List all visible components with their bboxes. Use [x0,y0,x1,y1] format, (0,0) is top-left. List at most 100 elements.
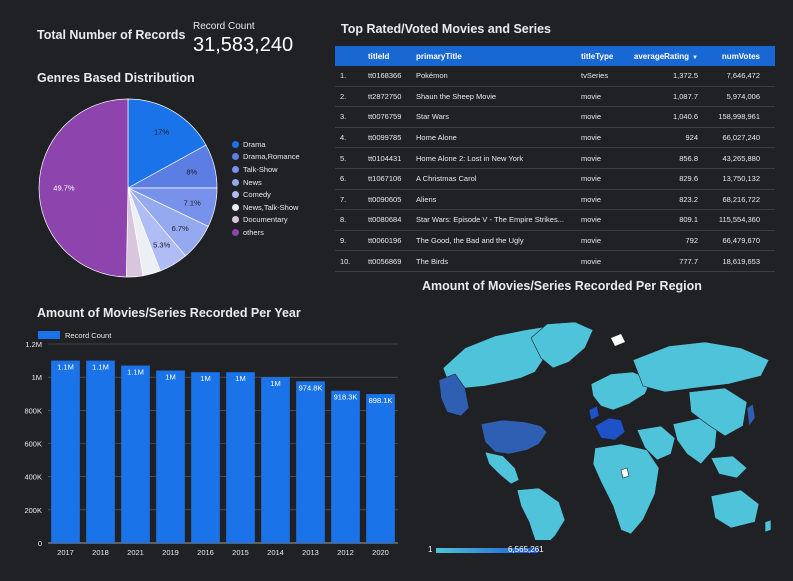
cell-primarytitle: The Birds [416,256,449,266]
col-header-titletype[interactable]: titleType [581,52,626,61]
bar-2021[interactable] [121,365,150,543]
x-tick-label: 2013 [302,548,319,557]
col-header-primarytitle[interactable]: primaryTitle [416,52,581,61]
legend-item-drama-romance[interactable]: Drama,Romance [232,151,300,164]
cell-titleid: tt0080684 [368,215,402,225]
cell-index: 5. [340,153,347,163]
legend-label: Drama,Romance [243,152,300,162]
cell-numvotes: 18,619,653 [722,256,760,266]
table-row[interactable]: 1. tt0168366 Pokémon tvSeries 1,372.5 7,646,4… [335,66,775,87]
pie-slice-label: 17% [154,127,169,136]
legend-label: News [243,177,262,187]
bar-2019[interactable] [156,370,185,543]
year-bar-chart: Record Count 0 200K 400K 600K 800K 1M 1.2M 1.1M 2… [24,331,398,557]
cell-primarytitle: Star Wars [416,112,450,122]
map-scale-min: 1 [428,545,433,554]
table-row[interactable]: 6. tt1067106 A Christmas Carol movie 829.6 13… [335,169,775,190]
region-world-map[interactable] [425,308,777,540]
table-row[interactable]: 7. tt0090605 Aliens movie 823.2 68,216,722 [335,190,775,211]
cell-numvotes: 158,998,961 [718,112,760,122]
col-header-averagerating[interactable]: averageRating ▼ [626,52,698,61]
cell-averagerating: 823.2 [679,194,698,204]
y-tick-label: 200K [24,506,42,515]
cell-averagerating: 1,372.5 [672,71,698,81]
bar-2013[interactable] [296,381,325,543]
record-count-value: 31,583,240 [193,34,294,56]
bar-data-label: 974.8K [299,383,323,392]
map-title: Amount of Movies/Series Recorded Per Reg… [422,279,702,293]
table-row[interactable]: 2. tt2872750 Shaun the Sheep Movie movie 1,0… [335,87,775,108]
bar-2016[interactable] [191,372,220,543]
bar-2020[interactable] [366,394,395,543]
cell-titleid: tt0060196 [368,236,402,246]
map-region-south-america [516,487,566,540]
table-row[interactable]: 9. tt0060196 The Good, the Bad and the Ugl… [335,231,775,252]
legend-swatch [232,140,239,148]
legend-label: Comedy [243,190,271,200]
bar-2015[interactable] [226,372,255,543]
y-tick-label: 1.2M [25,340,42,349]
bar-2012[interactable] [331,390,360,543]
cell-titletype: movie [581,194,602,204]
map-region-southeast-asia [710,455,748,479]
bar-data-label: 1M [235,374,245,383]
legend-item-documentary[interactable]: Documentary [232,214,300,227]
legend-label: others [243,227,264,237]
legend-label: Documentary [243,215,288,225]
x-tick-label: 2017 [57,548,74,557]
bar-data-label: 1.1M [92,363,109,372]
map-color-scale: 1 6,565,261 [428,544,548,558]
bar-2017[interactable] [51,360,80,543]
legend-item-drama[interactable]: Drama [232,138,300,151]
legend-label: News,Talk-Show [243,202,299,212]
y-tick-label: 400K [24,473,42,482]
col-header-titleid[interactable]: titleId [368,52,416,61]
cell-titleid: tt0104431 [368,153,402,163]
cell-index: 2. [340,91,347,101]
cell-primarytitle: Star Wars: Episode V - The Empire Strike… [416,215,564,225]
cell-titletype: movie [581,256,602,266]
legend-item-comedy[interactable]: Comedy [232,188,300,201]
table-row[interactable]: 3. tt0076759 Star Wars movie 1,040.6 158,998,… [335,107,775,128]
table-row[interactable]: 4. tt0099785 Home Alone movie 924 66,027,240 [335,128,775,149]
bar-2014[interactable] [261,377,290,543]
legend-item-talk-show[interactable]: Talk-Show [232,163,300,176]
cell-averagerating: 777.7 [679,256,698,266]
legend-item-news[interactable]: News [232,176,300,189]
pie-slice-label: 8% [186,168,197,177]
cell-titleid: tt0090605 [368,194,402,204]
legend-label: Drama [243,139,266,149]
table-row[interactable]: 8. tt0080684 Star Wars: Episode V - The Em… [335,210,775,231]
cell-titleid: tt2872750 [368,91,402,101]
cell-index: 6. [340,174,347,184]
cell-index: 3. [340,112,347,122]
cell-numvotes: 5,974,006 [726,91,760,101]
bar-2018[interactable] [86,360,115,543]
cell-titletype: tvSeries [581,71,609,81]
x-tick-label: 2020 [372,548,389,557]
x-tick-label: 2016 [197,548,214,557]
cell-primarytitle: Aliens [416,194,437,204]
cell-titletype: movie [581,215,602,225]
table-row[interactable]: 10. tt0056869 The Birds movie 777.7 18,619,65… [335,251,775,272]
legend-swatch [232,153,239,161]
pie-slice-label: 5.3% [153,241,170,250]
y-tick-label: 0 [38,539,42,548]
x-tick-label: 2018 [92,548,109,557]
legend-swatch [232,178,239,186]
y-tick-label: 800K [24,406,42,415]
cell-index: 8. [340,215,347,225]
record-count-label: Record Count [193,21,255,32]
legend-item-news-talk-show[interactable]: News,Talk-Show [232,201,300,214]
map-scale-max: 6,565,261 [508,545,544,554]
cell-titleid: tt0056869 [368,256,402,266]
cell-titleid: tt0168366 [368,71,402,81]
table-row[interactable]: 5. tt0104431 Home Alone 2: Lost in New Yor… [335,148,775,169]
col-header-numvotes[interactable]: numVotes [698,52,760,61]
map-region-australia [710,489,760,529]
legend-item-others[interactable]: others [232,226,300,239]
cell-index: 1. [340,71,347,81]
cell-index: 10. [340,256,351,266]
map-region-uk [588,405,600,421]
bar-data-label: 1M [165,373,175,382]
